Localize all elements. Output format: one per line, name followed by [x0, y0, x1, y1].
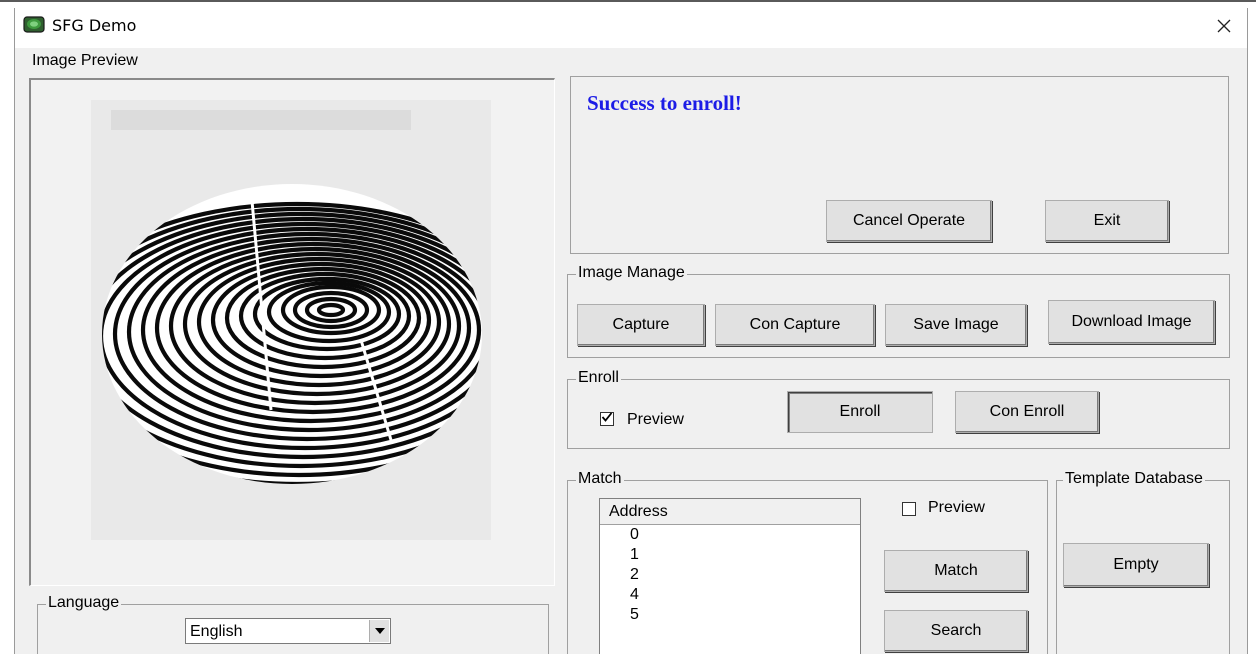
address-column-header[interactable]: Address — [600, 499, 860, 525]
template-database-title: Template Database — [1063, 470, 1205, 488]
capture-button[interactable]: Capture — [577, 304, 705, 346]
match-preview-checkbox[interactable] — [902, 502, 916, 516]
save-image-button[interactable]: Save Image — [885, 304, 1027, 346]
desktop-fragment-left — [0, 2, 14, 654]
chevron-down-icon[interactable] — [369, 620, 389, 642]
download-image-button[interactable]: Download Image — [1048, 300, 1215, 344]
close-button[interactable] — [1201, 8, 1247, 48]
match-button[interactable]: Match — [884, 550, 1028, 592]
match-title: Match — [576, 470, 624, 488]
enroll-title: Enroll — [576, 369, 621, 387]
language-selected-value: English — [190, 623, 243, 640]
list-item[interactable]: 0 — [600, 525, 860, 545]
list-item[interactable]: 1 — [600, 545, 860, 565]
fingerprint-device-icon — [23, 14, 45, 34]
list-item[interactable]: 5 — [600, 605, 860, 625]
image-manage-title: Image Manage — [576, 264, 687, 282]
fingerprint-preview — [29, 78, 555, 586]
close-icon — [1217, 19, 1231, 38]
fingerprint-image — [31, 80, 553, 584]
language-select[interactable]: English — [185, 618, 391, 644]
con-capture-button[interactable]: Con Capture — [715, 304, 875, 346]
window-title: SFG Demo — [52, 16, 137, 35]
cancel-operate-button[interactable]: Cancel Operate — [826, 200, 992, 242]
image-preview-label: Image Preview — [32, 52, 138, 69]
empty-button[interactable]: Empty — [1063, 543, 1209, 587]
sfg-demo-window: SFG Demo Image Preview Success to enroll… — [14, 8, 1248, 654]
enroll-button[interactable]: Enroll — [787, 391, 933, 433]
status-message: Success to enroll! — [587, 91, 742, 115]
desktop-edge-top — [0, 0, 1256, 2]
exit-button[interactable]: Exit — [1045, 200, 1169, 242]
list-item[interactable]: 2 — [600, 565, 860, 585]
checkmark-icon — [601, 410, 613, 428]
address-list[interactable]: Address 0 1 2 4 5 — [599, 498, 861, 654]
match-preview-label: Preview — [928, 499, 985, 516]
search-button[interactable]: Search — [884, 610, 1028, 652]
list-item[interactable]: 4 — [600, 585, 860, 605]
language-title: Language — [46, 594, 122, 612]
title-bar[interactable]: SFG Demo — [15, 8, 1247, 48]
con-enroll-button[interactable]: Con Enroll — [955, 391, 1099, 433]
enroll-preview-label: Preview — [627, 411, 684, 428]
desktop-fragment-right — [1248, 2, 1256, 654]
enroll-preview-checkbox[interactable] — [600, 412, 614, 426]
